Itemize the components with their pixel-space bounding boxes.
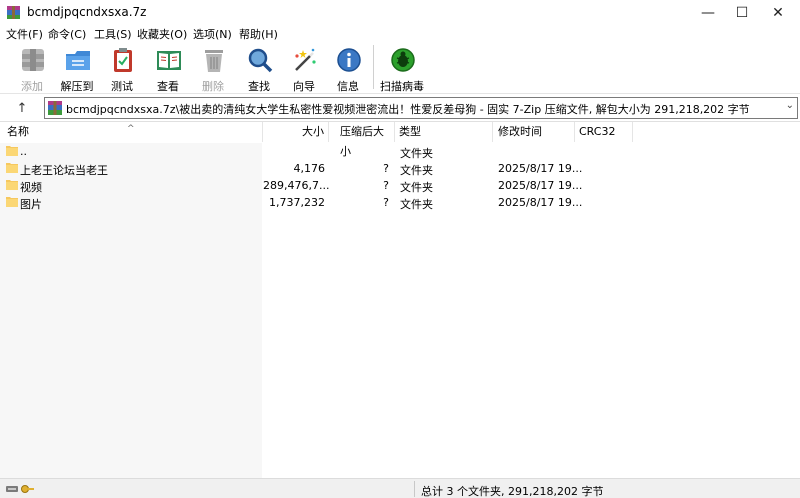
virus-scan-label: 扫描病毒 <box>380 80 424 93</box>
wizard-button[interactable]: 向导 <box>281 44 327 93</box>
row-packed-size: ? <box>383 162 389 175</box>
menu-bar: 文件(F) 命令(C) 工具(S) 收藏夹(O) 选项(N) 帮助(H) <box>0 25 800 42</box>
row-type: 文件夹 <box>400 147 433 160</box>
find-label: 查找 <box>248 80 270 93</box>
folder-icon <box>6 197 18 207</box>
extract-to-button[interactable]: 解压到 <box>54 44 100 93</box>
row-type: 文件夹 <box>400 198 433 211</box>
folder-icon <box>6 163 18 173</box>
info-icon <box>337 48 361 72</box>
view-label: 查看 <box>157 80 179 93</box>
up-folder-button[interactable]: ↑ <box>5 98 39 118</box>
add-label: 添加 <box>21 80 43 93</box>
menu-commands[interactable]: 命令(C) <box>48 26 86 42</box>
status-divider <box>414 481 415 497</box>
open-book-icon <box>157 51 181 70</box>
row-type: 文件夹 <box>400 164 433 177</box>
info-button[interactable]: 信息 <box>325 44 371 93</box>
path-field[interactable]: bcmdjpqcndxsxa.7z\被出卖的清纯女大学生私密性爱视频泄密流出！性… <box>44 97 798 119</box>
menu-favorites[interactable]: 收藏夹(O) <box>137 26 187 42</box>
test-button[interactable]: 测试 <box>99 44 145 93</box>
add-button[interactable]: 添加 <box>9 44 55 93</box>
row-name: 图片 <box>20 198 42 211</box>
archive-add-icon <box>22 49 44 71</box>
virus-scan-icon <box>391 48 415 72</box>
find-button[interactable]: 查找 <box>236 44 282 93</box>
menu-options[interactable]: 选项(N) <box>193 26 232 42</box>
info-label: 信息 <box>337 80 359 93</box>
column-name-label: 名称 <box>7 125 29 138</box>
extract-to-label: 解压到 <box>60 80 94 93</box>
archive-icon <box>48 101 62 115</box>
column-name[interactable]: 名称 ^ <box>0 122 263 142</box>
row-packed-size: ? <box>383 196 389 209</box>
table-row[interactable]: 视频 289,476,7... ? 文件夹 2025/8/17 19... <box>0 177 800 194</box>
column-type[interactable]: 类型 <box>395 122 493 142</box>
winrar-app-icon <box>7 6 20 19</box>
toolbar: 添加 解压到 测试 查看 删除 查找 向导 信息 扫描病毒 <box>0 42 800 94</box>
column-packed-size[interactable]: 压缩后大小 <box>329 122 395 158</box>
row-name: 视频 <box>20 181 42 194</box>
clipboard-check-icon <box>114 48 132 72</box>
status-summary: 总计 3 个文件夹, 291,218,202 字节 <box>421 485 604 498</box>
test-label: 测试 <box>111 80 133 93</box>
drive-key-icon <box>6 485 34 493</box>
trash-icon <box>205 50 223 72</box>
folder-icon <box>6 146 18 156</box>
column-crc32[interactable]: CRC32 <box>575 122 633 142</box>
row-size: 289,476,7... <box>263 179 330 192</box>
menu-file[interactable]: 文件(F) <box>6 26 43 42</box>
address-bar: ↑ bcmdjpqcndxsxa.7z\被出卖的清纯女大学生私密性爱视频泄密流出… <box>0 96 800 120</box>
path-text: bcmdjpqcndxsxa.7z\被出卖的清纯女大学生私密性爱视频泄密流出！性… <box>66 103 750 116</box>
row-size: 4,176 <box>293 162 326 175</box>
close-button[interactable]: ✕ <box>755 0 800 25</box>
toolbar-separator <box>373 45 374 89</box>
virus-scan-button[interactable]: 扫描病毒 <box>379 44 425 93</box>
row-size: 1,737,232 <box>269 196 325 209</box>
magic-wand-icon <box>295 48 316 71</box>
row-name: 上老王论坛当老王 <box>20 164 108 177</box>
status-bar: 总计 3 个文件夹, 291,218,202 字节 <box>0 478 800 498</box>
table-row[interactable]: 图片 1,737,232 ? 文件夹 2025/8/17 19... <box>0 194 800 211</box>
delete-label: 删除 <box>202 80 224 93</box>
row-name: .. <box>20 145 27 158</box>
file-list: 名称 ^ 大小 压缩后大小 类型 修改时间 CRC32 .. 文件夹 上老王论坛… <box>0 121 800 479</box>
folder-icon <box>6 180 18 190</box>
row-modified: 2025/8/17 19... <box>498 196 583 209</box>
title-bar: bcmdjpqcndxsxa.7z — ☐ ✕ <box>0 0 800 25</box>
wizard-label: 向导 <box>293 80 315 93</box>
table-row[interactable]: .. 文件夹 <box>0 143 800 160</box>
sort-ascending-icon: ^ <box>127 124 135 134</box>
menu-help[interactable]: 帮助(H) <box>239 26 278 42</box>
path-dropdown-icon[interactable]: ⌄ <box>786 100 794 111</box>
column-size[interactable]: 大小 <box>263 122 329 142</box>
column-modified[interactable]: 修改时间 <box>493 122 575 142</box>
row-type: 文件夹 <box>400 181 433 194</box>
row-modified: 2025/8/17 19... <box>498 179 583 192</box>
magnifier-icon <box>248 48 273 73</box>
delete-button[interactable]: 删除 <box>190 44 236 93</box>
folder-extract-icon <box>66 51 90 70</box>
table-row[interactable]: 上老王论坛当老王 4,176 ? 文件夹 2025/8/17 19... <box>0 160 800 177</box>
row-packed-size: ? <box>383 179 389 192</box>
view-button[interactable]: 查看 <box>145 44 191 93</box>
menu-tools[interactable]: 工具(S) <box>94 26 132 42</box>
window-title: bcmdjpqcndxsxa.7z <box>27 5 147 19</box>
row-modified: 2025/8/17 19... <box>498 162 583 175</box>
